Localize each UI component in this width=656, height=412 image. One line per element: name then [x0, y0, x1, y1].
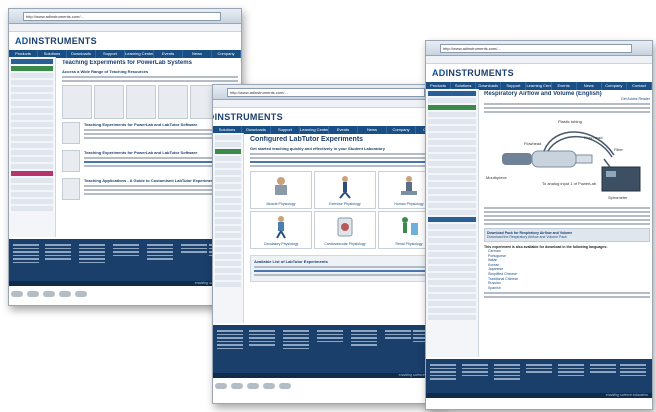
browser-toolbar — [426, 56, 652, 64]
address-bar[interactable]: http://www.adinstruments.com/... — [227, 88, 425, 97]
sidebar — [9, 57, 56, 237]
footer-tagline: enabling science education — [605, 393, 648, 397]
site-footer — [213, 325, 445, 373]
browser-chrome: http://www.adinstruments.com/... — [426, 41, 652, 56]
page-subtitle: Access a Wide Range of Teaching Resource… — [62, 69, 149, 74]
tile-muscle-physiology[interactable]: Muscle Physiology — [250, 171, 312, 209]
browser-window-labtutor-experiments: http://www.adinstruments.com/... ADINSTR… — [212, 84, 446, 404]
adinstruments-logo[interactable]: ADINSTRUMENTS — [15, 36, 97, 46]
partner-logos — [213, 378, 445, 403]
download-pack-link[interactable]: Download the Respiratory Airflow and Vol… — [487, 235, 647, 239]
label-flowhead: Flowhead — [524, 141, 541, 146]
label-filter: Filter — [614, 147, 624, 152]
adobe-reader-link[interactable]: Get Adobe Reader — [484, 97, 650, 101]
browser-chrome: http://www.adinstruments.com/... — [213, 85, 445, 100]
spirometer-diagram: Plastic tubing Flowhead Flow head Filter… — [486, 119, 641, 200]
download-box: Download Pack for Respiratory Airflow an… — [484, 228, 650, 242]
renal-physiology-icon — [402, 217, 418, 235]
footer-bar: enabling science education — [426, 393, 652, 398]
label-analog-input: To analog input 1 of PowerLab — [542, 181, 597, 186]
browser-toolbar — [9, 24, 241, 32]
experiment-list-box: Available List of LabTutor Experiments — [250, 255, 442, 282]
tile-circulatory-physiology[interactable]: Circulatory Physiology — [250, 211, 312, 249]
circulatory-physiology-icon — [276, 216, 286, 239]
exercise-physiology-icon — [339, 176, 351, 199]
browser-toolbar — [213, 100, 445, 108]
browser-chrome: http://www.adinstruments.com/... — [9, 9, 241, 24]
label-spirometer: Spirometer — [608, 195, 628, 200]
main-content: Respiratory Airflow and Volume (English)… — [482, 89, 652, 357]
page-title: Configured LabTutor Experiments — [250, 136, 364, 143]
main-content: Configured LabTutor Experiments Get star… — [247, 133, 445, 323]
address-bar[interactable]: http://www.adinstruments.com/... — [440, 44, 632, 53]
languages-list: German Portuguese Italian Korean Japanes… — [488, 249, 650, 290]
sidebar — [426, 89, 479, 357]
site-header: ADINSTRUMENTS — [9, 32, 241, 50]
tile-cardiovascular-physiology[interactable]: Cardiovascular Physiology — [314, 211, 376, 249]
browser-window-teaching-experiments: http://www.adinstruments.com/... ADINSTR… — [8, 8, 242, 306]
label-mouthpiece: Mouthpiece — [486, 175, 507, 180]
muscle-physiology-icon — [275, 177, 287, 195]
human-physiology-icon — [401, 176, 417, 195]
site-header: ADINSTRUMENTS — [213, 108, 445, 126]
page-subtitle: Get started teaching quickly and effecti… — [250, 146, 385, 151]
site-footer — [9, 239, 241, 281]
site-footer — [426, 359, 652, 393]
partner-logos — [9, 286, 241, 305]
label-flow-head: Flow head — [584, 135, 602, 140]
address-bar[interactable]: http://www.adinstruments.com/... — [23, 12, 221, 21]
adinstruments-logo[interactable]: ADINSTRUMENTS — [432, 68, 514, 78]
browser-window-respiratory-airflow: http://www.adinstruments.com/... ADINSTR… — [425, 40, 653, 410]
site-header: ADINSTRUMENTS — [426, 64, 652, 82]
page-body: Respiratory Airflow and Volume (English)… — [426, 89, 652, 357]
experiment-list-title[interactable]: Available List of LabTutor Experiments — [254, 259, 438, 264]
experiment-tiles: Muscle Physiology Exercise Physiology Hu… — [250, 171, 442, 249]
page-body: Teaching Experiments for PowerLab System… — [9, 57, 241, 237]
sidebar — [213, 133, 244, 323]
language-item[interactable]: Spanish — [488, 286, 650, 291]
adinstruments-logo[interactable]: ADINSTRUMENTS — [213, 112, 283, 122]
label-plastic-tubing: Plastic tubing — [558, 119, 582, 124]
page-body: Configured LabTutor Experiments Get star… — [213, 133, 445, 323]
tile-exercise-physiology[interactable]: Exercise Physiology — [314, 171, 376, 209]
cardiovascular-physiology-icon — [337, 217, 353, 237]
page-title: Teaching Experiments for PowerLab System… — [62, 60, 192, 66]
